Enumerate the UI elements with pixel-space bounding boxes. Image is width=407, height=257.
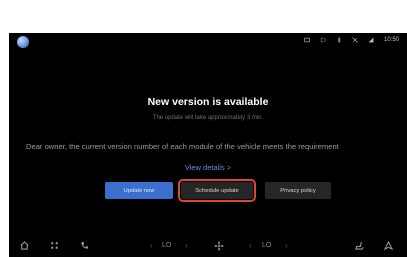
schedule-update-button[interactable]: Schedule update — [178, 179, 256, 202]
seat-icon[interactable] — [355, 241, 364, 250]
bottom-dock: ‹ LO › ‹ LO › — [9, 237, 407, 257]
no-signal-icon — [352, 37, 358, 43]
clock-time: 10:50 — [383, 37, 399, 43]
navigation-icon[interactable] — [384, 241, 393, 250]
update-now-button[interactable]: Update now — [105, 182, 173, 199]
dialog-subtitle: The update will take approximately 3 min… — [152, 115, 264, 121]
status-icons: 10:50 — [304, 37, 399, 43]
privacy-policy-button[interactable]: Privacy policy — [265, 182, 331, 199]
infotainment-screen: 10:50 New version is available The updat… — [9, 33, 407, 257]
left-temperature: LO — [162, 242, 172, 249]
headlight-icon — [320, 37, 326, 43]
left-temp-increase-icon[interactable]: › — [185, 241, 188, 250]
cellular-signal-icon — [368, 37, 374, 43]
apps-grid-icon[interactable] — [50, 241, 59, 250]
phone-icon[interactable] — [80, 241, 89, 250]
user-avatar-icon[interactable] — [17, 36, 29, 48]
bluetooth-icon — [337, 37, 341, 43]
fan-icon[interactable] — [214, 241, 224, 251]
dialog-message: Dear owner, the current version number o… — [26, 142, 339, 151]
right-temp-decrease-icon[interactable]: ‹ — [249, 241, 252, 250]
view-details-link[interactable]: View details > — [9, 163, 407, 172]
screen-icon — [304, 37, 310, 43]
dialog-title: New version is available — [147, 96, 269, 108]
left-temp-decrease-icon[interactable]: ‹ — [150, 241, 153, 250]
status-bar: 10:50 — [9, 33, 407, 55]
right-temp-increase-icon[interactable]: › — [285, 241, 288, 250]
home-icon[interactable] — [20, 241, 29, 250]
right-temperature: LO — [262, 242, 272, 249]
